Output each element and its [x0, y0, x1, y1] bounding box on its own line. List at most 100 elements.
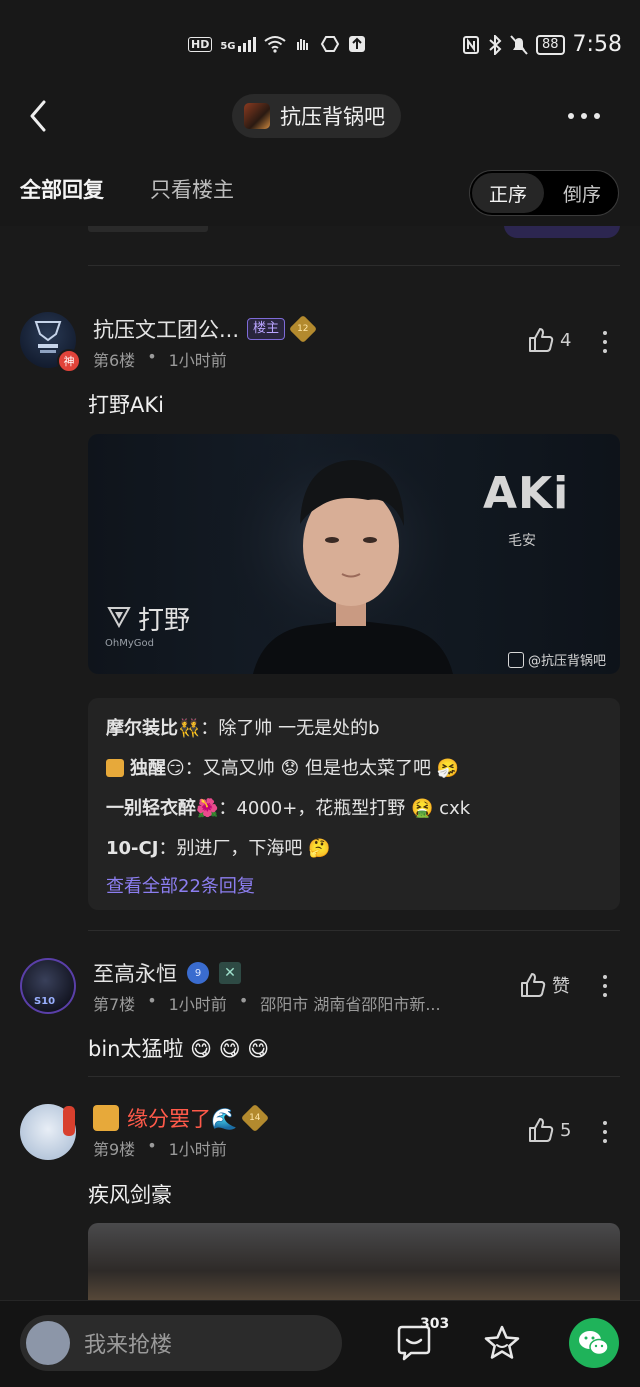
more-button[interactable] — [568, 106, 608, 126]
like-label: 赞 — [552, 976, 570, 997]
wechat-share-button[interactable] — [569, 1318, 619, 1368]
post-options-button[interactable] — [602, 331, 608, 353]
image-watermark: @抗压背锅吧 — [508, 650, 606, 669]
kebab-icon — [603, 331, 607, 335]
bluetooth-icon — [489, 34, 502, 55]
sub-reply[interactable]: 摩尔装比👯：除了帅 一无是处的b — [106, 714, 380, 740]
post-image[interactable] — [88, 1223, 620, 1303]
username[interactable]: 抗压文工团公... — [93, 314, 239, 344]
level-badge: 14 — [241, 1103, 270, 1133]
sub-reply-text: 除了帅 一无是处的b — [218, 718, 380, 739]
sub-reply-text: 又高又帅 😟 但是也太菜了吧 🤧 — [202, 758, 460, 779]
post-text: 疾风剑豪 — [88, 1183, 172, 1207]
sub-reply-text: 别进厂，下海吧 🤔 — [176, 838, 331, 859]
floor-number: 第9楼 — [93, 1140, 136, 1159]
post-meta: 第6楼 • 1小时前 — [93, 347, 227, 371]
status-icons-right: 88 7:58 — [462, 32, 622, 57]
back-button[interactable] — [22, 96, 62, 136]
mute-bell-icon — [510, 34, 528, 55]
post-meta: 第9楼 • 1小时前 — [93, 1136, 227, 1159]
status-icons-left: HD 5G — [188, 34, 366, 54]
hand-icon — [320, 36, 339, 52]
previous-post-remnant — [88, 226, 620, 242]
sub-reply[interactable]: 10-CJ：别进厂，下海吧 🤔 — [106, 834, 331, 860]
level-gem-icon: 9 — [187, 962, 209, 984]
see-all-replies-link[interactable]: 查看全部22条回复 — [106, 872, 255, 898]
signal-5g-icon: 5G — [220, 36, 256, 52]
forum-logo — [244, 103, 270, 129]
wifi-icon — [263, 36, 286, 53]
more-dots-icon — [568, 113, 574, 119]
my-avatar — [26, 1321, 70, 1365]
god-badge: 神 — [57, 349, 81, 373]
tab-all-replies[interactable]: 全部回复 — [20, 174, 104, 204]
divider — [88, 265, 620, 266]
sub-replies-box[interactable]: 摩尔装比👯：除了帅 一无是处的b 独醒😏：又高又帅 😟 但是也太菜了吧 🤧 一别… — [88, 698, 620, 910]
like-button[interactable]: 5 — [528, 1117, 571, 1143]
divider — [88, 930, 620, 931]
post-meta: 第7楼 • 1小时前 • 邵阳市 湖南省邵阳市新... — [93, 991, 441, 1014]
reply-placeholder: 我来抢楼 — [84, 1333, 173, 1358]
username[interactable]: 至高永恒 — [93, 958, 177, 988]
like-count: 4 — [560, 329, 572, 351]
floor-number: 第6楼 — [93, 351, 136, 370]
player-id: AKi — [483, 468, 570, 519]
op-badge: 楼主 — [247, 318, 286, 340]
sub-reply-user[interactable]: 独醒😏 — [130, 758, 185, 779]
s10-badge: S10 — [34, 996, 56, 1007]
forum-name: 抗压背锅吧 — [280, 105, 385, 129]
sub-reply-user[interactable]: 摩尔装比👯 — [106, 718, 200, 739]
order-forward-button[interactable]: 正序 — [472, 173, 544, 213]
post-location: 邵阳市 湖南省邵阳市新... — [260, 995, 441, 1014]
like-button[interactable]: 赞 — [520, 972, 570, 998]
username[interactable]: 缘分罢了🌊 — [127, 1103, 237, 1133]
order-toggle: 正序 倒序 — [469, 170, 619, 216]
sub-reply[interactable]: 独醒😏：又高又帅 😟 但是也太菜了吧 🤧 — [106, 754, 459, 780]
post-options-button[interactable] — [602, 1121, 608, 1143]
vip-crown-icon — [106, 759, 124, 777]
sub-reply-user[interactable]: 10-CJ — [106, 838, 158, 859]
team-name: OhMyGod — [105, 638, 154, 649]
post-header: 缘分罢了🌊 14 — [93, 1103, 270, 1133]
kebab-icon — [603, 975, 607, 979]
like-count: 5 — [560, 1119, 572, 1141]
player-name: 毛安 — [508, 533, 536, 549]
floor-number: 第7楼 — [93, 995, 136, 1014]
forum-pill[interactable]: 抗压背锅吧 — [232, 94, 401, 138]
thumbs-up-icon — [529, 1118, 554, 1142]
lantern-icon — [63, 1106, 75, 1136]
sub-reply[interactable]: 一别轻衣醉🌺：4000+，花瓶型打野 🤮 cxk — [106, 794, 470, 820]
order-reverse-button[interactable]: 倒序 — [548, 173, 616, 213]
post-header: 至高永恒 9 ✕ — [93, 958, 241, 988]
jungle-role-icon — [107, 607, 131, 628]
post-time: 1小时前 — [168, 351, 227, 370]
member-badge-icon: ✕ — [219, 962, 241, 984]
battery-indicator: 88 — [536, 34, 565, 55]
tab-op-only[interactable]: 只看楼主 — [150, 174, 234, 204]
level-badge: 12 — [288, 314, 318, 344]
sub-reply-text: 4000+，花瓶型打野 🤮 cxk — [236, 798, 471, 819]
reply-input[interactable]: 我来抢楼 — [20, 1315, 342, 1371]
sub-reply-user[interactable]: 一别轻衣醉🌺 — [106, 798, 218, 819]
post-text: bin太猛啦 😋 😋 😋 — [88, 1037, 270, 1061]
star-icon — [484, 1325, 520, 1359]
post-text: 打野AKi — [88, 393, 164, 417]
divider — [88, 1076, 620, 1077]
gesture-icon — [296, 39, 308, 50]
post-header: 抗压文工团公... 楼主 12 — [93, 314, 318, 344]
post-options-button[interactable] — [602, 975, 608, 997]
nfc-icon — [463, 35, 479, 54]
post-image[interactable]: AKi 毛安 打野 OhMyGod @抗压背锅吧 — [88, 434, 620, 674]
upload-icon — [348, 36, 365, 52]
thumbs-up-icon — [521, 973, 546, 997]
vip-crown-icon — [93, 1105, 119, 1131]
like-button[interactable]: 4 — [528, 327, 571, 353]
wechat-icon — [579, 1331, 609, 1356]
meta-dot: • — [147, 347, 157, 366]
player-role: 打野 — [138, 606, 191, 636]
clock: 7:58 — [572, 32, 622, 57]
post-time: 1小时前 — [168, 1140, 227, 1159]
favorite-button[interactable] — [483, 1324, 521, 1366]
tieba-logo-icon — [508, 651, 524, 668]
kebab-icon — [603, 1121, 607, 1125]
